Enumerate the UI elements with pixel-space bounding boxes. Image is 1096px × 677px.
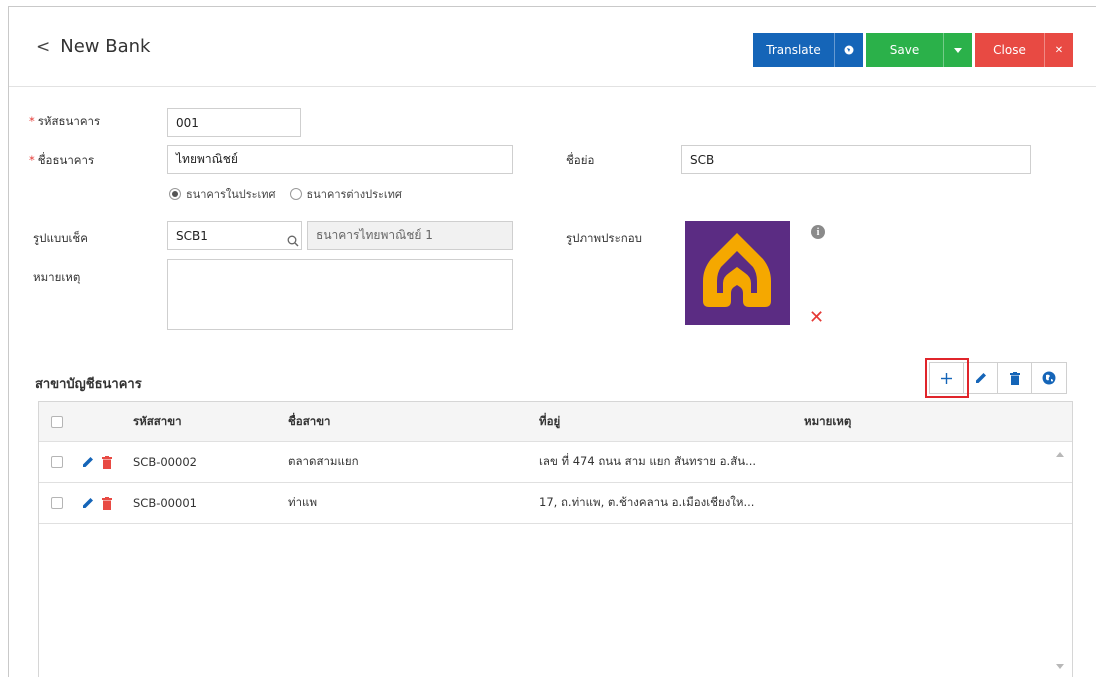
cheque-format-name: ธนาคารไทยพาณิชย์ 1 bbox=[307, 221, 513, 250]
bank-form-window: < New Bank Translate Save Close ✕ * รหัสธ… bbox=[8, 6, 1096, 677]
row-checkbox[interactable] bbox=[51, 456, 63, 468]
cell-name: ตลาดสามแยก bbox=[288, 454, 359, 468]
table-header: รหัสสาขา ชื่อสาขา ที่อยู่ หมายเหตุ bbox=[39, 402, 1072, 442]
bank-type-radio-group: ธนาคารในประเทศ ธนาคารต่างประเทศ bbox=[169, 185, 402, 203]
bank-name-label-text: ชื่อธนาคาร bbox=[37, 153, 95, 167]
cell-code: SCB-00001 bbox=[133, 496, 197, 510]
remove-image-icon[interactable]: ✕ bbox=[809, 309, 824, 327]
select-all-checkbox[interactable] bbox=[51, 415, 63, 428]
row-checkbox-cell bbox=[51, 442, 63, 482]
note-label: หมายเหตุ bbox=[33, 270, 81, 284]
note-textarea[interactable] bbox=[167, 259, 513, 330]
save-button[interactable]: Save bbox=[866, 33, 972, 67]
radio-foreign[interactable] bbox=[289, 188, 302, 200]
cell-name: ท่าแพ bbox=[288, 495, 318, 509]
scroll-up-arrow[interactable] bbox=[1056, 452, 1064, 457]
row-checkbox[interactable] bbox=[51, 497, 63, 509]
row-actions bbox=[82, 483, 112, 523]
column-note[interactable]: หมายเหตุ bbox=[804, 402, 851, 441]
branch-toolbar bbox=[925, 358, 1067, 398]
close-label: Close bbox=[993, 43, 1026, 57]
bank-code-input[interactable]: 001 bbox=[167, 108, 301, 137]
info-icon[interactable]: i bbox=[811, 225, 825, 239]
trash-icon[interactable] bbox=[102, 455, 112, 469]
translate-button[interactable]: Translate bbox=[753, 33, 863, 67]
image-label: รูปภาพประกอบ bbox=[566, 231, 642, 245]
translate-branch-button[interactable] bbox=[1032, 363, 1066, 393]
cheque-format-label: รูปแบบเช็ค bbox=[33, 231, 88, 245]
required-marker: * bbox=[29, 114, 35, 128]
save-dropdown[interactable] bbox=[943, 33, 972, 67]
column-address[interactable]: ที่อยู่ bbox=[539, 402, 560, 441]
short-name-input[interactable]: SCB bbox=[681, 145, 1031, 174]
chevron-left-icon: < bbox=[36, 36, 51, 57]
scb-logo-icon bbox=[703, 233, 771, 307]
radio-domestic-label: ธนาคารในประเทศ bbox=[186, 188, 276, 201]
globe-icon bbox=[844, 45, 854, 55]
header-checkbox-cell bbox=[51, 402, 63, 441]
pencil-icon[interactable] bbox=[82, 456, 94, 468]
page-title: New Bank bbox=[60, 36, 151, 57]
branch-table: รหัสสาขา ชื่อสาขา ที่อยู่ หมายเหตุ SCB-0… bbox=[38, 401, 1073, 677]
bank-name-input[interactable]: ไทยพาณิชย์ bbox=[167, 145, 513, 174]
plus-icon bbox=[941, 372, 952, 384]
bank-name-label: * ชื่อธนาคาร bbox=[29, 152, 94, 170]
globe-icon bbox=[1042, 371, 1056, 385]
save-label: Save bbox=[889, 43, 920, 57]
close-icon: ✕ bbox=[1044, 33, 1073, 67]
page-header: < New Bank Translate Save Close ✕ bbox=[9, 7, 1096, 87]
bank-code-label-text: รหัสธนาคาร bbox=[37, 114, 101, 128]
short-name-label: ชื่อย่อ bbox=[566, 153, 595, 167]
scroll-down-arrow[interactable] bbox=[1056, 664, 1064, 669]
cell-address: 17, ถ.ท่าแพ, ต.ช้างคลาน อ.เมืองเชียงให..… bbox=[539, 495, 755, 509]
branch-section-title: สาขาบัญชีธนาคาร bbox=[35, 377, 142, 392]
bank-code-label: * รหัสธนาคาร bbox=[29, 113, 100, 131]
column-name[interactable]: ชื่อสาขา bbox=[288, 402, 331, 441]
table-row[interactable]: SCB-00001 ท่าแพ 17, ถ.ท่าแพ, ต.ช้างคลาน … bbox=[39, 483, 1072, 524]
translate-label: Translate bbox=[766, 43, 821, 57]
trash-icon[interactable] bbox=[102, 496, 112, 510]
close-button[interactable]: Close ✕ bbox=[975, 33, 1073, 67]
required-marker: * bbox=[29, 153, 35, 167]
translate-dropdown[interactable] bbox=[834, 33, 863, 67]
caret-down-icon bbox=[954, 47, 962, 53]
search-icon[interactable] bbox=[287, 235, 299, 247]
table-row[interactable]: SCB-00002 ตลาดสามแยก เลข ที่ 474 ถนน สาม… bbox=[39, 442, 1072, 483]
column-code[interactable]: รหัสสาขา bbox=[133, 402, 182, 441]
cell-code: SCB-00002 bbox=[133, 455, 197, 469]
cell-address: เลข ที่ 474 ถนน สาม แยก สันทราย อ.สัน... bbox=[539, 454, 757, 468]
edit-branch-button[interactable] bbox=[964, 363, 998, 393]
cheque-format-input[interactable]: SCB1 bbox=[167, 221, 302, 250]
radio-domestic[interactable] bbox=[169, 188, 181, 200]
row-actions bbox=[82, 442, 112, 482]
add-branch-button[interactable] bbox=[925, 358, 969, 398]
back-button[interactable]: < New Bank bbox=[36, 36, 150, 57]
pencil-icon bbox=[975, 373, 986, 383]
delete-branch-button[interactable] bbox=[998, 363, 1032, 393]
row-checkbox-cell bbox=[51, 483, 63, 523]
bank-logo-image[interactable] bbox=[685, 221, 790, 325]
radio-foreign-label: ธนาคารต่างประเทศ bbox=[306, 188, 402, 201]
pencil-icon[interactable] bbox=[82, 497, 94, 509]
trash-icon bbox=[1009, 371, 1020, 385]
